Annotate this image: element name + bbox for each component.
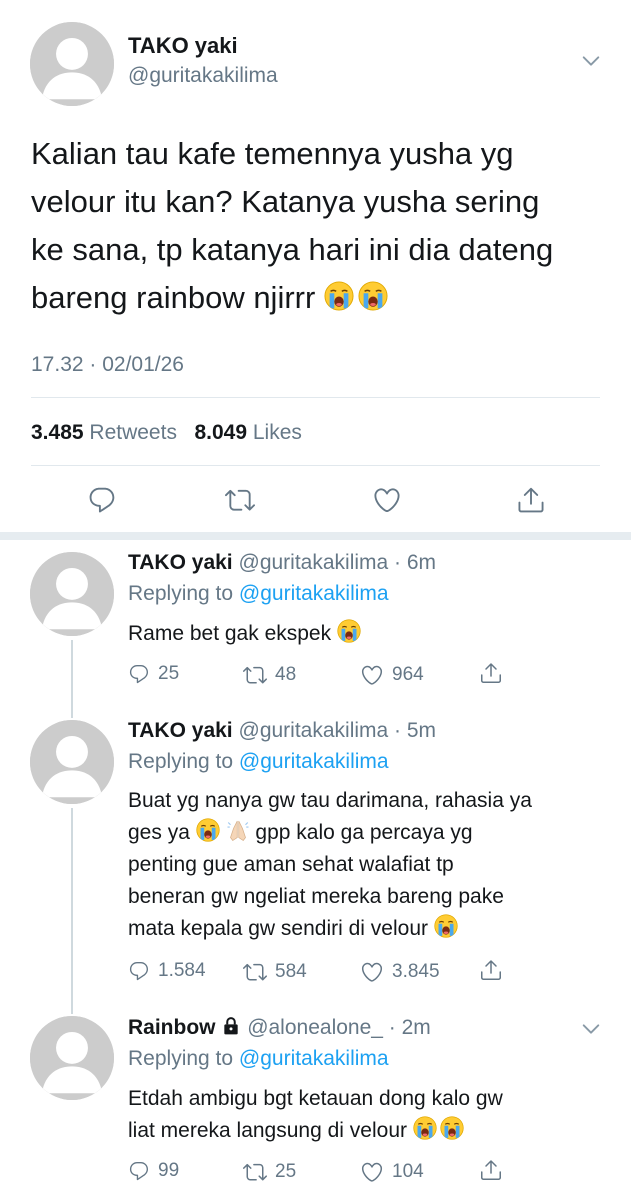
avatar[interactable]: [30, 720, 114, 804]
share-button[interactable]: [479, 1158, 503, 1182]
reply-icon: [128, 960, 150, 982]
folded-hands-icon: [226, 818, 250, 842]
reply-button[interactable]: 25: [128, 663, 179, 685]
display-name[interactable]: TAKO yaki: [128, 33, 238, 59]
tweet-header: TAKO yaki @guritakakilima · 5m: [128, 719, 436, 743]
retweet-button[interactable]: 584: [243, 960, 307, 984]
like-icon: [360, 663, 384, 687]
handle-time[interactable]: @alonealone_ · 2m: [247, 1016, 431, 1039]
like-count: 3.845: [392, 961, 440, 982]
tweet-text-line: bareng rainbow njirrr: [31, 274, 553, 322]
like-button[interactable]: 964: [360, 663, 424, 687]
share-button[interactable]: [479, 661, 503, 685]
display-name[interactable]: Rainbow: [128, 1016, 216, 1039]
loudly-crying-face-icon: [358, 281, 388, 311]
tweet-text: Buat yg nanya gw tau darimana, rahasia y…: [128, 789, 532, 940]
display-name[interactable]: TAKO yaki: [128, 719, 233, 742]
share-icon[interactable]: [516, 485, 546, 515]
replying-to-link[interactable]: @guritakakilima: [239, 582, 389, 605]
lock-icon: [221, 1016, 241, 1036]
loudly-crying-face-icon: [413, 1116, 437, 1140]
retweet-count: 25: [275, 1161, 297, 1182]
share-icon: [479, 661, 503, 685]
handle[interactable]: @guritakakilima: [128, 64, 278, 88]
like-stats[interactable]: 8.049 Likes: [194, 421, 301, 444]
retweet-count: 584: [275, 961, 307, 982]
replying-to-link[interactable]: @guritakakilima: [239, 1047, 389, 1070]
like-button[interactable]: 3.845: [360, 960, 440, 984]
timestamp[interactable]: 17.32 · 02/01/26: [31, 353, 184, 377]
reply-icon: [128, 1160, 150, 1182]
tweet-text-line: ke sana, tp katanya hari ini dia dateng: [31, 232, 554, 267]
tweet-text-line: Kalian tau kafe temennya yusha yg: [31, 136, 514, 171]
chevron-down-icon[interactable]: [580, 50, 602, 72]
divider: [31, 465, 600, 466]
reply-count: 99: [158, 1160, 180, 1181]
loudly-crying-face-icon: [324, 281, 354, 311]
avatar[interactable]: [30, 552, 114, 636]
reply-icon: [128, 663, 150, 685]
handle-time[interactable]: @guritakakilima · 6m: [239, 551, 437, 574]
like-count: 104: [392, 1161, 424, 1182]
retweet-count: 48: [275, 664, 297, 685]
thread-line: [71, 808, 73, 1014]
reply-icon[interactable]: [87, 485, 117, 515]
retweet-button[interactable]: 25: [243, 1160, 296, 1184]
display-name[interactable]: TAKO yaki: [128, 551, 233, 574]
reply-count: 1.584: [158, 960, 206, 981]
divider: [31, 397, 600, 398]
loudly-crying-face-icon: [196, 818, 220, 842]
reply-button[interactable]: 99: [128, 1160, 179, 1182]
tweet-header: Rainbow @alonealone_ · 2m: [128, 1016, 431, 1040]
retweet-icon: [243, 1160, 267, 1184]
avatar[interactable]: [30, 22, 114, 106]
section-divider: [0, 532, 631, 540]
engagement-stats: 3.485 Retweets 8.049 Likes: [31, 421, 302, 445]
reply-button[interactable]: 1.584: [128, 960, 206, 982]
reply-count: 25: [158, 663, 180, 684]
avatar[interactable]: [30, 1016, 114, 1100]
replying-to-link[interactable]: @guritakakilima: [239, 750, 389, 773]
retweet-icon[interactable]: [225, 485, 255, 515]
retweet-stats[interactable]: 3.485 Retweets: [31, 421, 177, 444]
loudly-crying-face-icon: [440, 1116, 464, 1140]
like-icon[interactable]: [372, 485, 402, 515]
chevron-down-icon[interactable]: [580, 1018, 602, 1040]
tweet-header: TAKO yaki @guritakakilima · 6m: [128, 551, 436, 575]
share-icon: [479, 958, 503, 982]
retweet-icon: [243, 663, 267, 687]
loudly-crying-face-icon: [337, 619, 361, 643]
replying-to: Replying to @guritakakilima: [128, 1047, 389, 1070]
like-icon: [360, 960, 384, 984]
tweet-text: Etdah ambigu bgt ketauan dong kalo gw li…: [128, 1087, 503, 1142]
loudly-crying-face-icon: [434, 914, 458, 938]
thread-line: [71, 640, 73, 718]
replying-to: Replying to @guritakakilima: [128, 750, 389, 773]
tweet-text: Kalian tau kafe temennya yusha yg velour…: [31, 130, 553, 322]
tweet-text: Rame bet gak ekspek: [128, 618, 361, 650]
retweet-icon: [243, 960, 267, 984]
share-icon: [479, 1158, 503, 1182]
like-button[interactable]: 104: [360, 1160, 424, 1184]
tweet-text-line: velour itu kan? Katanya yusha sering: [31, 184, 540, 219]
share-button[interactable]: [479, 958, 503, 982]
like-icon: [360, 1160, 384, 1184]
replying-to: Replying to @guritakakilima: [128, 582, 389, 605]
retweet-button[interactable]: 48: [243, 663, 296, 687]
handle-time[interactable]: @guritakakilima · 5m: [239, 719, 437, 742]
like-count: 964: [392, 664, 424, 685]
